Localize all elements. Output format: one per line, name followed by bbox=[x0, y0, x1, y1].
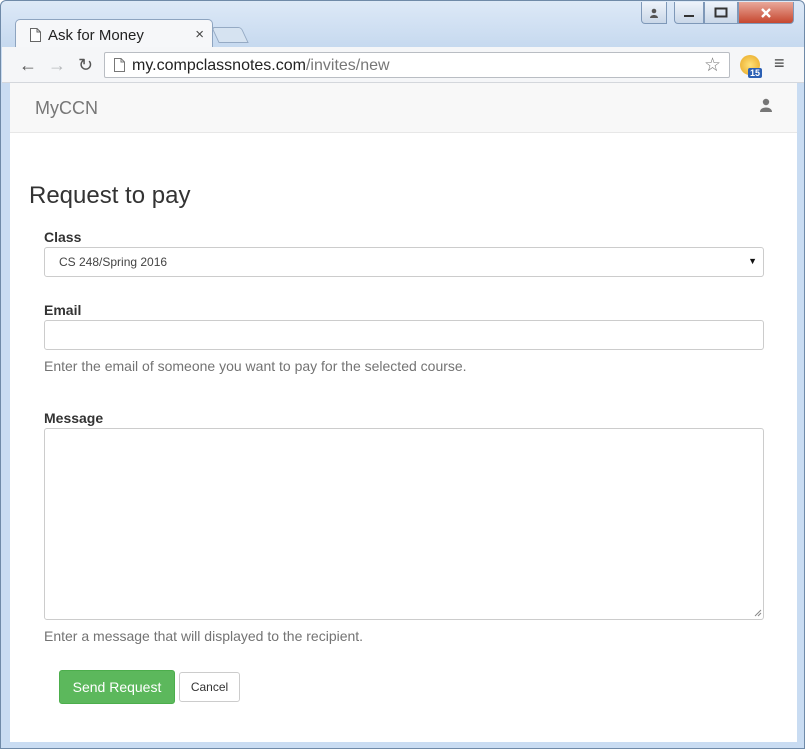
page-icon bbox=[114, 58, 125, 72]
maximize-icon bbox=[714, 7, 728, 18]
maximize-button[interactable] bbox=[704, 2, 738, 24]
brand-link[interactable]: MyCCN bbox=[35, 98, 98, 119]
send-request-button[interactable]: Send Request bbox=[59, 670, 175, 704]
extension-badge: 15 bbox=[748, 68, 763, 78]
site-navbar: MyCCN bbox=[10, 83, 797, 133]
close-window-button[interactable] bbox=[738, 2, 794, 24]
email-help-text: Enter the email of someone you want to p… bbox=[44, 358, 467, 374]
user-icon bbox=[650, 8, 658, 18]
email-field[interactable] bbox=[44, 320, 764, 350]
reload-icon[interactable]: ↻ bbox=[78, 55, 93, 76]
chevron-down-icon: ▼ bbox=[748, 256, 757, 266]
forward-arrow-icon[interactable]: → bbox=[48, 55, 66, 76]
class-selected-value: CS 248/Spring 2016 bbox=[59, 255, 168, 269]
url-text: my.compclassnotes.com/invites/new bbox=[132, 57, 390, 75]
address-bar[interactable]: my.compclassnotes.com/invites/new ☆ bbox=[104, 52, 730, 78]
class-select[interactable]: CS 248/Spring 2016 ▼ bbox=[44, 247, 764, 277]
new-tab-button[interactable] bbox=[211, 27, 249, 43]
url-path: /invites/new bbox=[305, 57, 390, 74]
title-bar: Ask for Money × bbox=[1, 1, 804, 49]
tab-close-icon[interactable]: × bbox=[195, 26, 204, 43]
message-textarea[interactable] bbox=[44, 428, 764, 620]
profile-window-button[interactable] bbox=[641, 2, 667, 24]
page-title: Request to pay bbox=[29, 182, 191, 209]
url-host: my.compclassnotes.com bbox=[132, 57, 306, 74]
class-label: Class bbox=[44, 229, 82, 245]
tab-title: Ask for Money bbox=[48, 27, 144, 44]
page-viewport: MyCCN Request to pay Class CS 248/Spring… bbox=[10, 83, 797, 742]
document-icon bbox=[30, 28, 41, 42]
resize-handle-icon[interactable] bbox=[754, 609, 762, 617]
bookmark-star-icon[interactable]: ☆ bbox=[704, 54, 721, 77]
minimize-button[interactable] bbox=[674, 2, 704, 24]
user-icon[interactable] bbox=[759, 98, 773, 112]
menu-icon[interactable]: ≡ bbox=[774, 53, 785, 74]
minimize-icon bbox=[684, 14, 694, 17]
email-label: Email bbox=[44, 302, 82, 318]
cancel-button[interactable]: Cancel bbox=[179, 672, 240, 702]
message-help-text: Enter a message that will displayed to t… bbox=[44, 628, 364, 644]
browser-toolbar: ← → ↻ my.compclassnotes.com/invites/new … bbox=[2, 47, 804, 83]
browser-window: Ask for Money × ← → ↻ my.compclassnotes.… bbox=[0, 0, 805, 749]
close-icon bbox=[761, 7, 771, 18]
browser-tab[interactable]: Ask for Money × bbox=[15, 19, 213, 49]
back-arrow-icon[interactable]: ← bbox=[19, 55, 37, 76]
message-label: Message bbox=[44, 410, 104, 426]
